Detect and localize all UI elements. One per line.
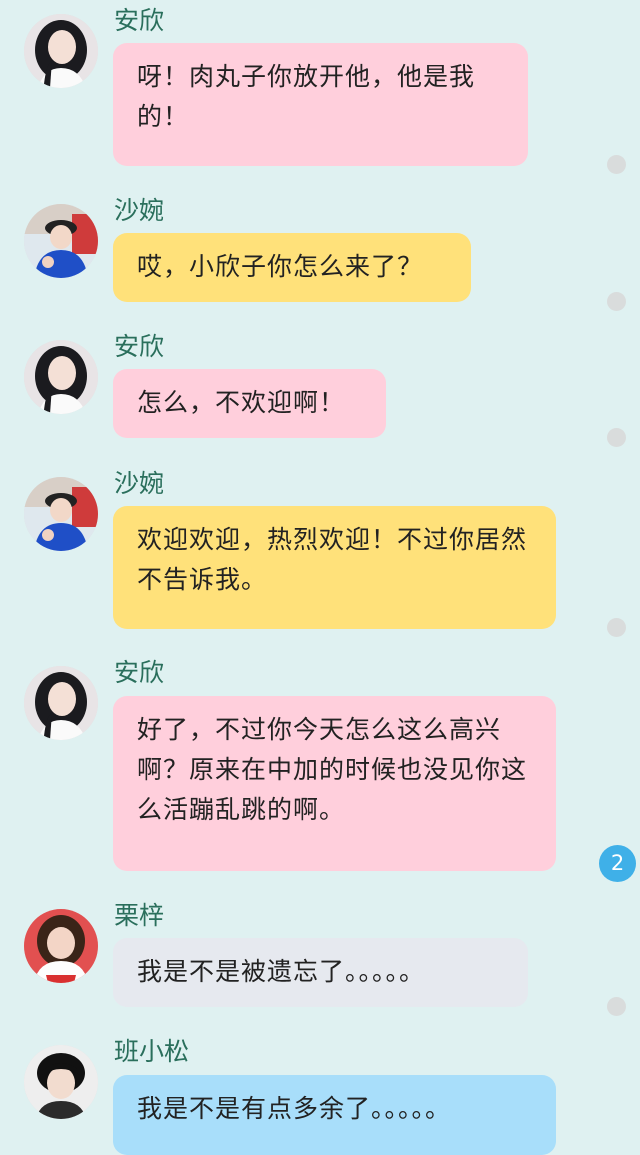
message-bubble[interactable]: 好了，不过你今天怎么这么高兴啊？原来在中加的时候也没见你这么活蹦乱跳的啊。 (113, 696, 556, 871)
sender-name: 班小松 (114, 1037, 190, 1066)
message-bubble[interactable]: 怎么，不欢迎啊！ (113, 369, 386, 438)
avatar[interactable] (24, 340, 98, 414)
message-bubble[interactable]: 呀！肉丸子你放开他，他是我的！ (113, 43, 528, 166)
sender-name: 安欣 (114, 332, 165, 361)
sender-name: 沙婉 (114, 469, 165, 498)
avatar[interactable] (24, 666, 98, 740)
avatar[interactable] (24, 1045, 98, 1119)
avatar[interactable] (24, 14, 98, 88)
comment-count-badge[interactable]: 2 (599, 845, 636, 882)
sender-name: 安欣 (114, 658, 165, 687)
status-dot (607, 292, 626, 311)
status-dot (607, 618, 626, 637)
message-bubble[interactable]: 我是不是有点多余了。。。。。 (113, 1075, 556, 1155)
status-dot (607, 155, 626, 174)
message-bubble[interactable]: 欢迎欢迎，热烈欢迎！不过你居然不告诉我。 (113, 506, 556, 629)
message-bubble[interactable]: 哎，小欣子你怎么来了？ (113, 233, 471, 302)
avatar[interactable] (24, 204, 98, 278)
sender-name: 栗梓 (114, 901, 165, 930)
status-dot (607, 428, 626, 447)
avatar[interactable] (24, 477, 98, 551)
status-dot (607, 997, 626, 1016)
sender-name: 沙婉 (114, 196, 165, 225)
sender-name: 安欣 (114, 6, 165, 35)
avatar[interactable] (24, 909, 98, 983)
message-bubble[interactable]: 我是不是被遗忘了。。。。。 (113, 938, 528, 1007)
